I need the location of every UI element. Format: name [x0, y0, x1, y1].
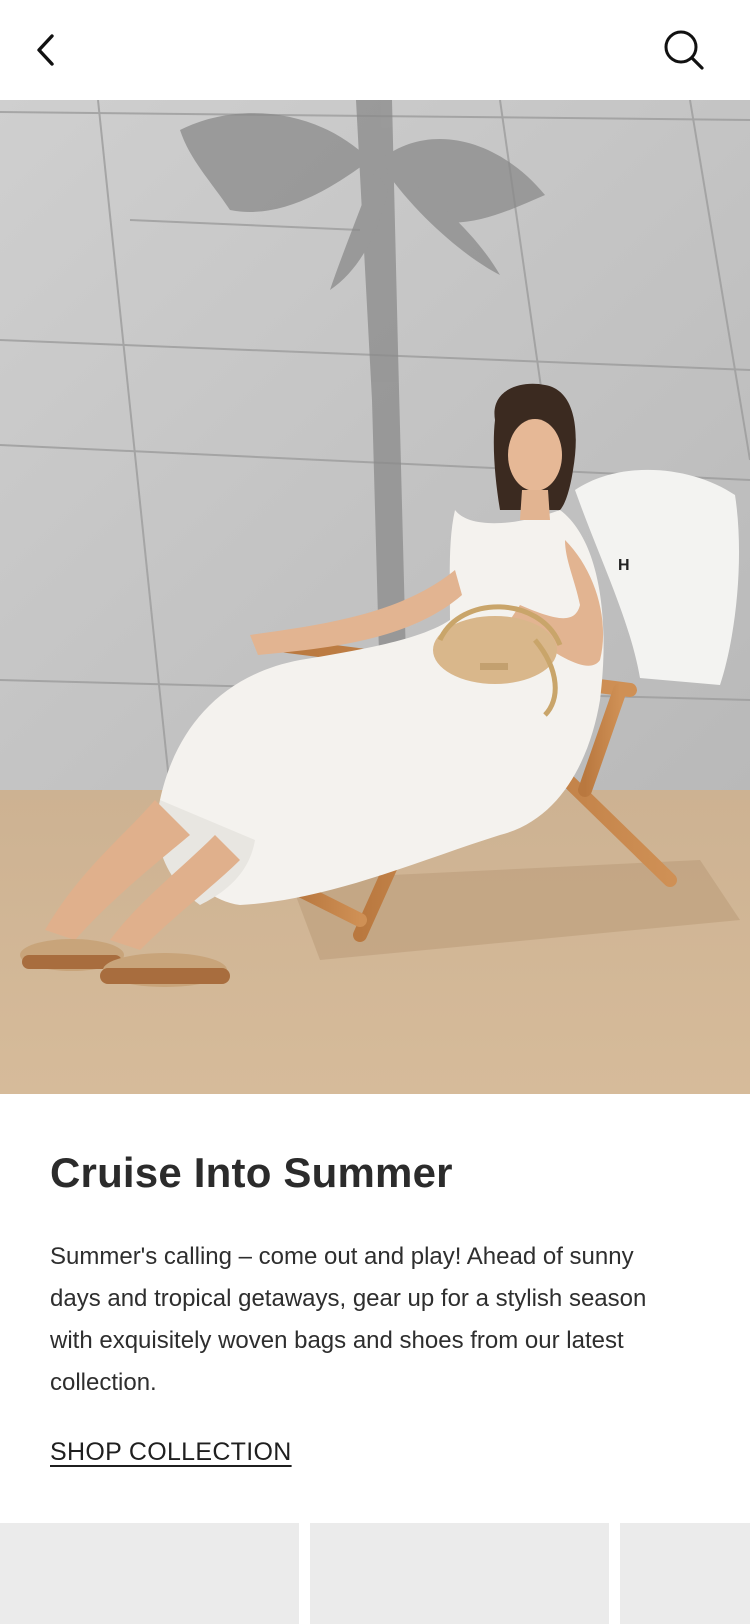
article: Cruise Into Summer Summer's calling – co…: [50, 1149, 700, 1467]
product-card-row: [0, 1523, 750, 1624]
article-body: Summer's calling – come out and play! Ah…: [50, 1243, 647, 1397]
search-icon: [664, 30, 704, 70]
back-button[interactable]: [22, 22, 70, 78]
hero-image[interactable]: H: [0, 100, 750, 1094]
hero-illustration: H: [0, 100, 750, 1094]
shop-collection-link[interactable]: SHOP COLLECTION: [50, 1438, 292, 1467]
search-button[interactable]: [656, 22, 712, 78]
chevron-left-icon: [37, 34, 54, 66]
product-card[interactable]: [620, 1523, 750, 1624]
top-bar: [0, 0, 750, 100]
towel-text: H: [618, 557, 630, 574]
article-title: Cruise Into Summer: [50, 1149, 453, 1196]
product-card[interactable]: [0, 1523, 299, 1624]
product-card[interactable]: [310, 1523, 609, 1624]
